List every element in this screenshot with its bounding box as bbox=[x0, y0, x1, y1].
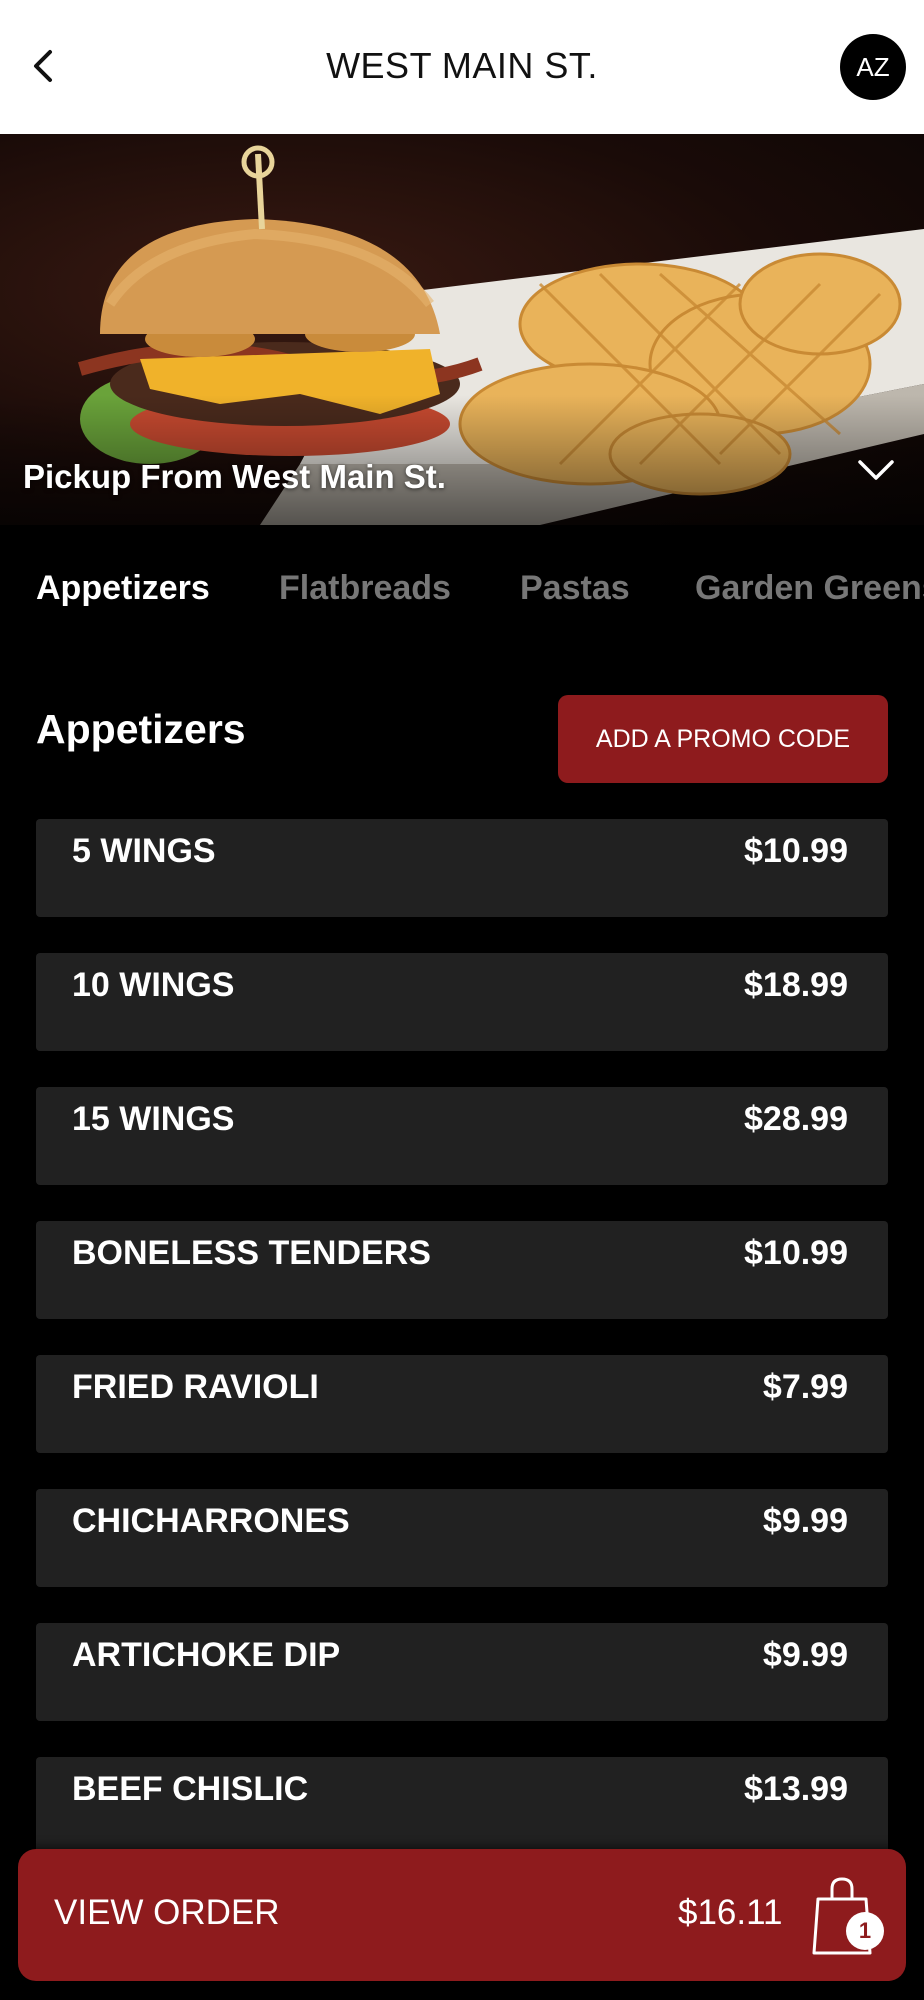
item-name: 15 WINGS bbox=[72, 1100, 235, 1138]
view-order-button[interactable]: VIEW ORDER $16.11 1 bbox=[18, 1849, 906, 1981]
item-name: BEEF CHISLIC bbox=[72, 1770, 309, 1808]
menu-item[interactable]: ARTICHOKE DIP $9.99 bbox=[36, 1623, 888, 1721]
chevron-down-icon bbox=[858, 460, 894, 480]
item-price: $9.99 bbox=[762, 1636, 848, 1674]
section-title: Appetizers bbox=[36, 706, 246, 752]
expand-location-button[interactable] bbox=[856, 452, 896, 486]
menu-item[interactable]: CHICHARRONES $9.99 bbox=[36, 1489, 888, 1587]
item-price: $10.99 bbox=[744, 832, 848, 870]
tab-appetizers[interactable]: Appetizers bbox=[36, 569, 210, 608]
tab-flatbreads[interactable]: Flatbreads bbox=[279, 569, 451, 608]
add-promo-code-button[interactable]: ADD A PROMO CODE bbox=[558, 695, 888, 783]
item-name: BONELESS TENDERS bbox=[72, 1234, 431, 1272]
menu-item[interactable]: 15 WINGS $28.99 bbox=[36, 1087, 888, 1185]
item-name: 5 WINGS bbox=[72, 832, 216, 870]
category-tabs: Appetizers Flatbreads Pastas Garden Gree… bbox=[0, 525, 924, 655]
view-order-label: VIEW ORDER bbox=[54, 1893, 280, 1932]
tab-garden-greens[interactable]: Garden Greens bbox=[695, 569, 924, 608]
avatar[interactable]: AZ bbox=[840, 34, 906, 100]
item-price: $18.99 bbox=[744, 966, 848, 1004]
item-price: $10.99 bbox=[744, 1234, 848, 1272]
item-price: $28.99 bbox=[744, 1100, 848, 1138]
menu-item[interactable]: 10 WINGS $18.99 bbox=[36, 953, 888, 1051]
page-title: WEST MAIN ST. bbox=[326, 45, 598, 86]
item-name: FRIED RAVIOLI bbox=[72, 1368, 319, 1406]
top-header: WEST MAIN ST. AZ bbox=[0, 0, 924, 134]
menu-item[interactable]: 5 WINGS $10.99 bbox=[36, 819, 888, 917]
hero-banner[interactable]: Pickup From West Main St. bbox=[0, 134, 924, 525]
item-price: $9.99 bbox=[762, 1502, 848, 1540]
item-name: CHICHARRONES bbox=[72, 1502, 350, 1540]
menu-item[interactable]: FRIED RAVIOLI $7.99 bbox=[36, 1355, 888, 1453]
item-name: ARTICHOKE DIP bbox=[72, 1636, 341, 1674]
menu-item[interactable]: BONELESS TENDERS $10.99 bbox=[36, 1221, 888, 1319]
tab-pastas[interactable]: Pastas bbox=[520, 569, 630, 608]
item-price: $13.99 bbox=[744, 1770, 848, 1808]
menu-item[interactable]: BEEF CHISLIC $13.99 bbox=[36, 1757, 888, 1855]
order-total: $16.11 bbox=[678, 1893, 783, 1932]
item-name: 10 WINGS bbox=[72, 966, 235, 1004]
item-price: $7.99 bbox=[762, 1368, 848, 1406]
pickup-location-text: Pickup From West Main St. bbox=[23, 458, 446, 495]
cart-count-badge: 1 bbox=[846, 1912, 884, 1950]
